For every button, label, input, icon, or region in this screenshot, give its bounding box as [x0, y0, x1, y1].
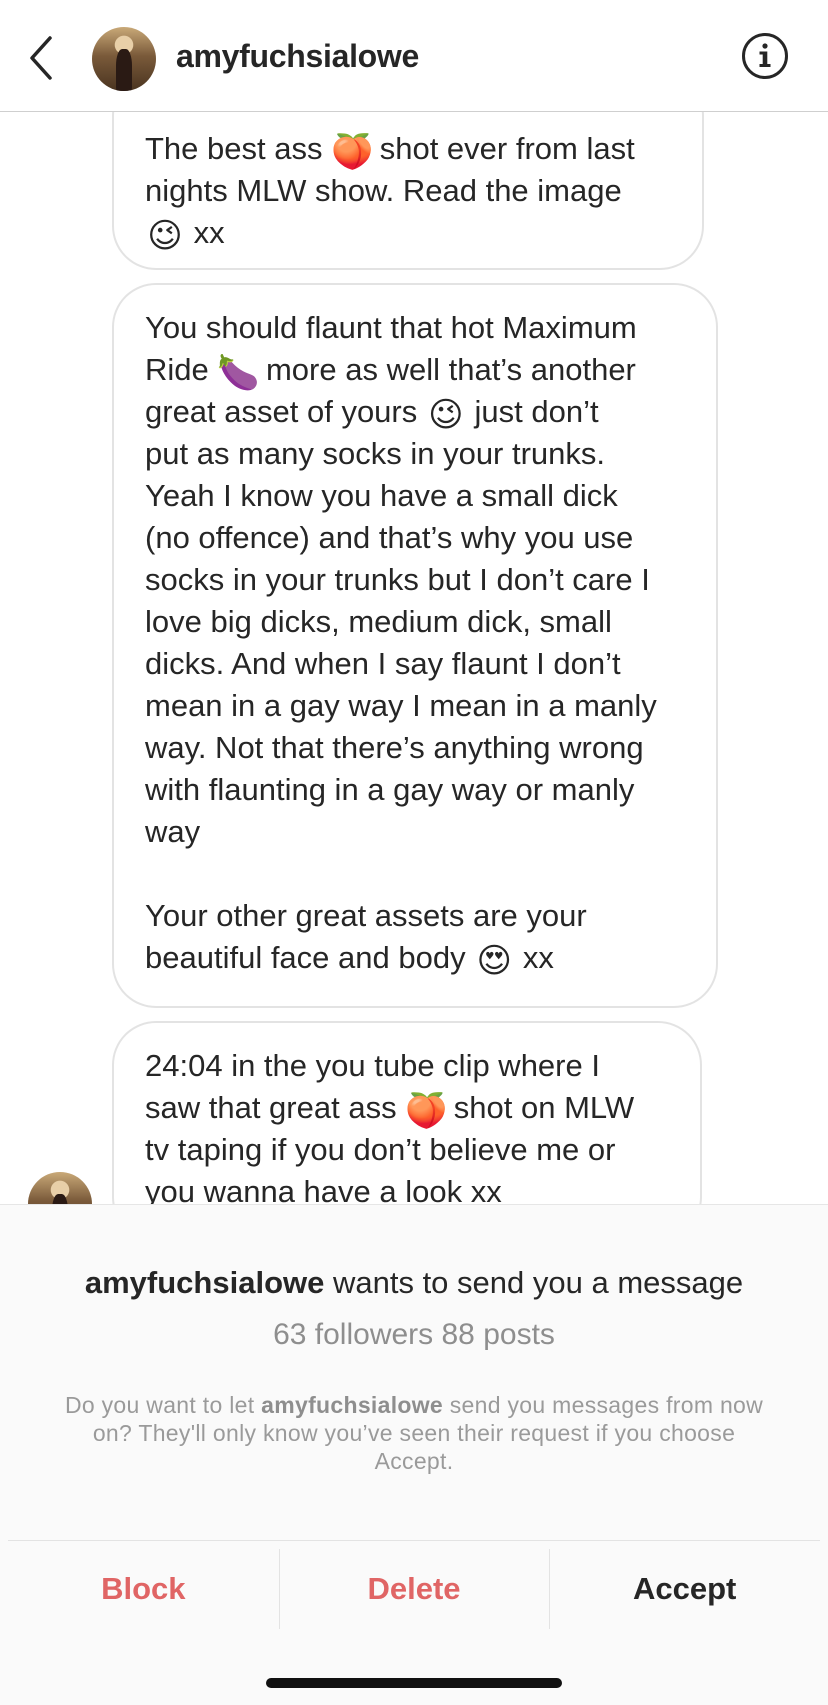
- header-username[interactable]: amyfuchsialowe: [176, 38, 419, 75]
- message-text: xx: [514, 940, 554, 975]
- request-title: amyfuchsialowe wants to send you a messa…: [0, 1265, 828, 1301]
- request-stats: 63 followers 88 posts: [273, 1318, 555, 1351]
- back-button[interactable]: [22, 32, 66, 84]
- conversation-header: amyfuchsialowe: [0, 0, 828, 112]
- home-indicator[interactable]: [266, 1678, 562, 1688]
- peach-emoji: 🍑: [405, 1092, 448, 1130]
- message-text: The best ass: [145, 131, 332, 166]
- message-bubble[interactable]: You should flaunt that hot Maximum Ride …: [112, 283, 718, 1008]
- request-title-text: wants to send you a message: [324, 1265, 744, 1300]
- accept-button[interactable]: Accept: [549, 1541, 820, 1636]
- chevron-left-icon: [30, 36, 52, 80]
- message-request-panel: amyfuchsialowe wants to send you a messa…: [0, 1204, 828, 1705]
- message-text: just don’t put as many socks in your tru…: [145, 394, 657, 975]
- request-description: Do you want to let amyfuchsialowe send y…: [60, 1391, 768, 1475]
- delete-button[interactable]: Delete: [278, 1541, 550, 1636]
- info-button[interactable]: [740, 31, 790, 81]
- message-thread[interactable]: The best ass 🍑 shot ever from last night…: [0, 112, 828, 1204]
- request-username: amyfuchsialowe: [84, 1265, 325, 1300]
- eggplant-emoji: 🍆: [217, 354, 260, 392]
- request-desc-username: amyfuchsialowe: [261, 1392, 444, 1418]
- wink-emoji: 😉: [428, 396, 464, 434]
- wink-emoji: 😉: [147, 217, 183, 255]
- heart-eyes-emoji: 😍: [476, 942, 512, 980]
- block-button[interactable]: Block: [8, 1541, 279, 1636]
- request-desc-prefix: Do you want to let: [64, 1392, 262, 1418]
- message-bubble[interactable]: 24:04 in the you tube clip where I saw t…: [112, 1021, 702, 1204]
- message-text: xx: [185, 215, 225, 250]
- request-actions: Block Delete Accept: [8, 1540, 820, 1636]
- peach-emoji: 🍑: [331, 133, 374, 171]
- info-circle-icon: [742, 33, 788, 79]
- sender-avatar[interactable]: [28, 1172, 92, 1204]
- avatar[interactable]: [92, 27, 156, 91]
- message-bubble[interactable]: The best ass 🍑 shot ever from last night…: [112, 112, 704, 270]
